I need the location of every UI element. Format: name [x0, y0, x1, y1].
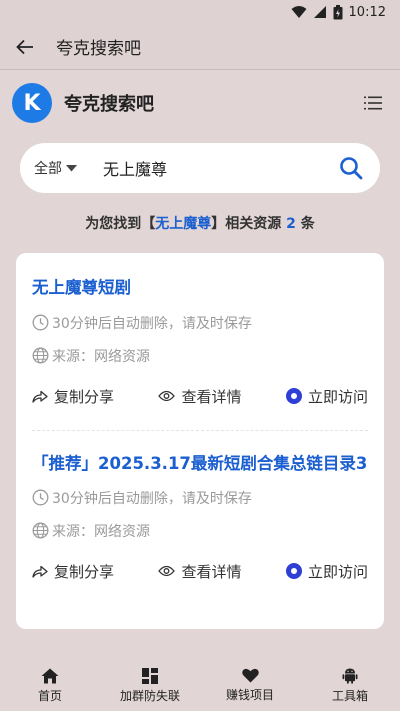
result-title-link[interactable]: 「推荐」2025.3.17最新短剧合集总链目录3 — [32, 448, 368, 479]
search-box: 全部 — [20, 143, 380, 193]
expire-text: 30分钟后自动删除，请及时保存 — [52, 490, 252, 507]
source-note: 来源：网络资源 — [32, 514, 368, 547]
share-icon — [32, 390, 48, 403]
back-button[interactable] — [0, 24, 50, 70]
bottom-nav: 首页 加群防失联 赚钱项目 工具箱 — [0, 660, 400, 711]
arrow-back-icon — [16, 39, 33, 54]
result-item: 「推荐」2025.3.17最新短剧合集总链目录3 30分钟后自动删除，请及时保存… — [32, 430, 368, 591]
summary-count: 2 — [286, 216, 296, 232]
visit-now-button[interactable]: 立即访问 — [285, 561, 368, 582]
caret-down-icon — [66, 164, 77, 171]
view-detail-button[interactable]: 查看详情 — [158, 561, 242, 582]
share-icon — [32, 565, 48, 578]
status-time: 10:12 — [348, 4, 386, 20]
site-header: K 夸克搜索吧 — [0, 72, 400, 134]
eye-icon — [158, 565, 176, 577]
result-actions: 复制分享 查看详情 立即访问 — [32, 376, 368, 416]
grid-icon — [142, 667, 158, 684]
status-bar: 10:12 — [0, 0, 400, 24]
expire-text: 30分钟后自动删除，请及时保存 — [52, 315, 252, 332]
summary-keyword: 无上魔尊 — [155, 216, 212, 232]
result-summary: 为您找到【无上魔尊】相关资源 2 条 — [0, 213, 400, 233]
source-text: 来源：网络资源 — [52, 523, 150, 540]
result-actions: 复制分享 查看详情 立即访问 — [32, 551, 368, 591]
copy-share-label: 复制分享 — [54, 387, 115, 406]
heart-icon — [241, 668, 259, 683]
copy-share-label: 复制分享 — [54, 562, 115, 581]
signal-icon — [313, 6, 326, 18]
nav-item-home[interactable]: 首页 — [5, 668, 95, 704]
search-button[interactable] — [336, 153, 366, 183]
wifi-icon — [291, 6, 307, 18]
nav-item-earn-money[interactable]: 赚钱项目 — [205, 668, 295, 703]
app-title: 夸克搜索吧 — [56, 39, 141, 59]
expire-note: 30分钟后自动删除，请及时保存 — [32, 481, 368, 514]
site-logo[interactable]: K — [12, 83, 52, 123]
visit-now-label: 立即访问 — [307, 387, 368, 406]
view-detail-button[interactable]: 查看详情 — [158, 386, 242, 407]
clock-icon — [32, 314, 49, 331]
battery-icon — [333, 4, 343, 19]
nav-label-earn-money: 赚钱项目 — [225, 688, 274, 702]
globe-icon — [32, 522, 49, 539]
site-name: 夸克搜索吧 — [64, 94, 154, 115]
nav-label-home: 首页 — [37, 688, 62, 703]
clock-icon — [32, 489, 49, 506]
result-item: 无上魔尊短剧 30分钟后自动删除，请及时保存 来源：网络资源 复制分享 查看详情… — [32, 253, 368, 430]
results-card: 无上魔尊短剧 30分钟后自动删除，请及时保存 来源：网络资源 复制分享 查看详情… — [16, 253, 384, 629]
visit-now-button[interactable]: 立即访问 — [285, 386, 368, 407]
visit-circle-icon — [285, 563, 302, 579]
expire-note: 30分钟后自动删除，请及时保存 — [32, 306, 368, 339]
copy-share-button[interactable]: 复制分享 — [32, 561, 114, 582]
summary-middle: 】相关资源 — [211, 216, 287, 232]
eye-icon — [158, 390, 176, 402]
search-icon — [340, 157, 363, 180]
app-bar: 夸克搜索吧 — [0, 24, 400, 70]
source-note: 来源：网络资源 — [32, 339, 368, 372]
search-scope-label: 全部 — [34, 161, 62, 177]
globe-icon — [32, 347, 49, 364]
nav-label-toolbox: 工具箱 — [331, 689, 368, 703]
nav-item-join-group[interactable]: 加群防失联 — [105, 667, 195, 704]
visit-circle-icon — [285, 388, 302, 404]
menu-list-icon — [364, 96, 382, 110]
copy-share-button[interactable]: 复制分享 — [32, 386, 114, 407]
visit-now-label: 立即访问 — [307, 562, 368, 581]
view-detail-label: 查看详情 — [181, 387, 242, 406]
nav-label-join-group: 加群防失联 — [119, 688, 180, 703]
result-title-link[interactable]: 无上魔尊短剧 — [32, 272, 368, 303]
home-icon — [41, 668, 59, 683]
search-scope-select[interactable]: 全部 — [34, 158, 77, 178]
nav-item-toolbox[interactable]: 工具箱 — [305, 667, 395, 704]
android-icon — [342, 668, 358, 684]
search-input[interactable] — [103, 158, 336, 178]
view-detail-label: 查看详情 — [181, 562, 242, 581]
source-text: 来源：网络资源 — [52, 348, 150, 365]
summary-suffix: 条 — [295, 216, 315, 232]
menu-button[interactable] — [358, 88, 388, 118]
summary-prefix: 为您找到【 — [85, 216, 156, 232]
